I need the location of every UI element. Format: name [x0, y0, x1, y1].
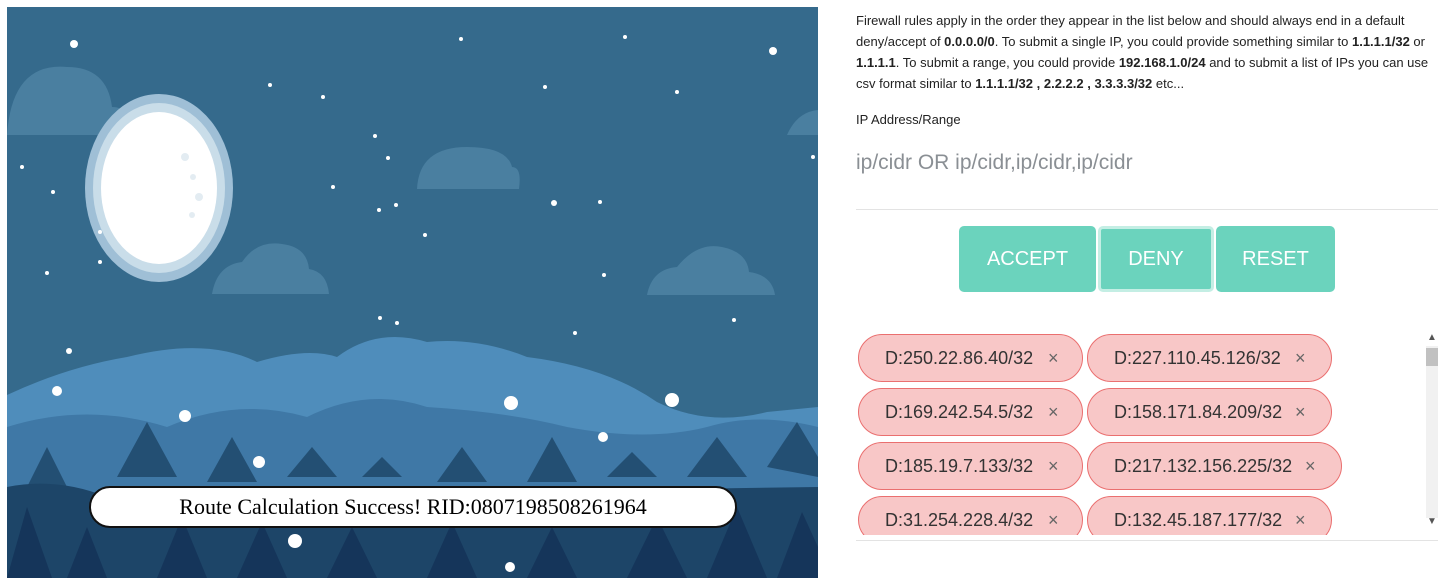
- toast-message: Route Calculation Success! RID:080719850…: [179, 494, 647, 519]
- instruction-text: . To submit a range, you could provide: [895, 55, 1119, 70]
- rules-scrollbar[interactable]: ▲ ▼: [1424, 332, 1438, 532]
- remove-rule-icon[interactable]: ×: [1048, 456, 1059, 477]
- firewall-instructions: Firewall rules apply in the order they a…: [856, 10, 1442, 94]
- instruction-text: etc...: [1152, 76, 1185, 91]
- rule-tag-label: D:250.22.86.40/32: [885, 347, 1034, 368]
- instruction-example: 1.1.1.1: [856, 55, 896, 70]
- remove-rule-icon[interactable]: ×: [1048, 348, 1059, 369]
- route-success-toast: Route Calculation Success! RID:080719850…: [89, 486, 737, 528]
- rule-tag: D:185.19.7.133/32 ×: [858, 442, 1083, 490]
- rule-tag-label: D:227.110.45.126/32: [1114, 347, 1281, 368]
- instruction-example: 192.168.1.0/24: [1118, 55, 1206, 70]
- remove-rule-icon[interactable]: ×: [1048, 510, 1059, 531]
- ip-address-label: IP Address/Range: [856, 112, 961, 127]
- instruction-example: 0.0.0.0/0: [944, 34, 995, 49]
- instruction-text: . To submit a single IP, you could provi…: [994, 34, 1352, 49]
- rule-tag-label: D:169.242.54.5/32: [885, 401, 1034, 422]
- rule-tag: D:227.110.45.126/32 ×: [1087, 334, 1332, 382]
- rule-tag-label: D:217.132.156.225/32: [1114, 455, 1293, 476]
- remove-rule-icon[interactable]: ×: [1295, 348, 1306, 369]
- rule-tag: D:132.45.187.177/32 ×: [1087, 496, 1332, 535]
- instruction-example: 1.1.1.1/32: [1351, 34, 1410, 49]
- list-divider: [856, 540, 1438, 541]
- scroll-up-arrow-icon[interactable]: ▲: [1425, 332, 1439, 343]
- rule-tag: D:158.171.84.209/32 ×: [1087, 388, 1332, 436]
- scroll-down-arrow-icon[interactable]: ▼: [1425, 516, 1439, 527]
- rule-tag-label: D:158.171.84.209/32: [1114, 401, 1283, 422]
- scrollbar-thumb[interactable]: [1426, 348, 1438, 366]
- deny-button[interactable]: DENY: [1098, 226, 1214, 292]
- accept-button[interactable]: ACCEPT: [959, 226, 1096, 292]
- moon: [85, 94, 233, 282]
- remove-rule-icon[interactable]: ×: [1048, 402, 1059, 423]
- rule-tag-label: D:185.19.7.133/32: [885, 455, 1034, 476]
- rule-tag-label: D:132.45.187.177/32: [1114, 509, 1283, 530]
- rule-tag-label: D:31.254.228.4/32: [885, 509, 1034, 530]
- input-underline: [856, 209, 1438, 210]
- remove-rule-icon[interactable]: ×: [1295, 402, 1306, 423]
- rule-tag: D:169.242.54.5/32 ×: [858, 388, 1083, 436]
- instruction-text: or: [1409, 34, 1425, 49]
- rule-tag: D:217.132.156.225/32 ×: [1087, 442, 1342, 490]
- rule-tag: D:31.254.228.4/32 ×: [858, 496, 1083, 535]
- remove-rule-icon[interactable]: ×: [1305, 456, 1316, 477]
- reset-button[interactable]: RESET: [1216, 226, 1335, 292]
- scrollbar-track[interactable]: [1426, 346, 1438, 518]
- rule-tag: D:250.22.86.40/32 ×: [858, 334, 1083, 382]
- instruction-example: 1.1.1.1/32 , 2.2.2.2 , 3.3.3.3/32: [975, 76, 1153, 91]
- firewall-panel: Firewall rules apply in the order they a…: [856, 0, 1446, 587]
- remove-rule-icon[interactable]: ×: [1295, 510, 1306, 531]
- ip-range-input[interactable]: [856, 140, 1438, 186]
- firewall-rules-list: D:250.22.86.40/32 × D:227.110.45.126/32 × D:…: [856, 330, 1422, 535]
